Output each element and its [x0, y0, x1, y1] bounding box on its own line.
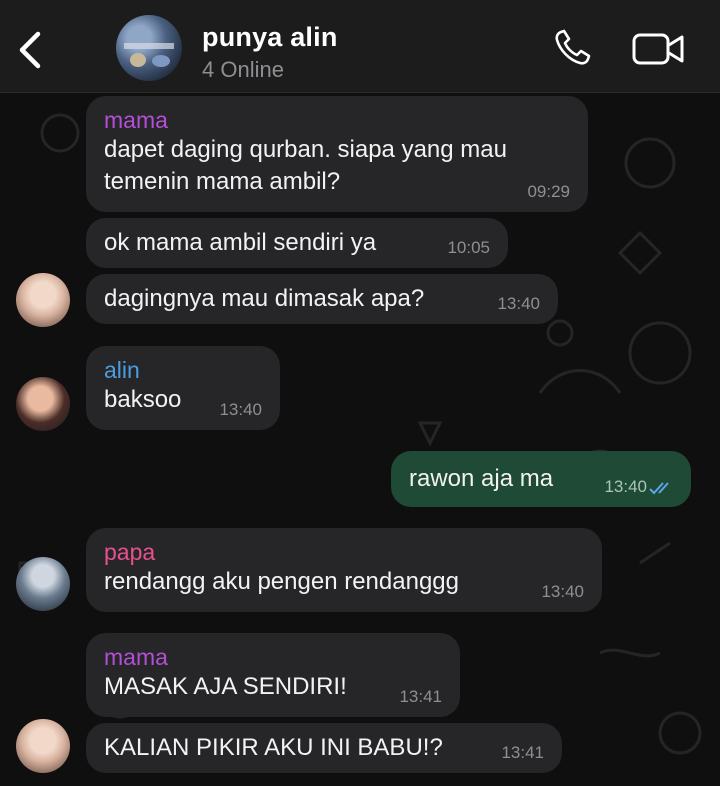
- message-time: 09:29: [527, 182, 570, 201]
- message-time: 13:41: [501, 743, 544, 762]
- message-bubble[interactable]: mama dapet daging qurban. siapa yang mau…: [86, 96, 588, 212]
- sender-name: papa: [104, 539, 156, 565]
- message-bubble[interactable]: dagingnya mau dimasak apa? 13:40: [86, 274, 558, 324]
- message-time: 10:05: [447, 238, 490, 257]
- message-bubble-outgoing[interactable]: rawon aja ma 13:40: [391, 451, 691, 507]
- sender-avatar[interactable]: [16, 273, 70, 327]
- message-text: temenin mama ambil?: [104, 168, 341, 195]
- sender-name: mama: [104, 644, 168, 670]
- message-time: 13:40: [541, 582, 584, 601]
- message-time: 13:41: [399, 687, 442, 706]
- message-bubble[interactable]: papa rendangg aku pengen rendanggg 13:40: [86, 528, 602, 612]
- message-text: dapet daging qurban. siapa yang mau: [104, 136, 507, 163]
- online-status: 4 Online: [202, 57, 284, 82]
- message-text: dagingnya mau dimasak apa?: [104, 285, 425, 312]
- chat-header: punya alin 4 Online: [0, 0, 720, 93]
- message-bubble[interactable]: KALIAN PIKIR AKU INI BABU!? 13:41: [86, 723, 562, 773]
- chat-title[interactable]: punya alin: [202, 22, 338, 53]
- phone-icon[interactable]: [552, 28, 592, 68]
- sender-avatar[interactable]: [16, 557, 70, 611]
- message-time: 13:40: [497, 294, 540, 313]
- chevron-left-icon[interactable]: [14, 30, 46, 70]
- read-ticks-icon: [649, 482, 669, 495]
- message-bubble[interactable]: ok mama ambil sendiri ya 10:05: [86, 218, 508, 268]
- sender-name: mama: [104, 107, 168, 133]
- sender-avatar[interactable]: [16, 719, 70, 773]
- video-camera-icon[interactable]: [632, 32, 684, 66]
- message-time: 13:40: [219, 400, 262, 419]
- message-text: rendangg aku pengen rendanggg: [104, 568, 459, 595]
- message-text: KALIAN PIKIR AKU INI BABU!?: [104, 734, 443, 761]
- message-bubble[interactable]: mama MASAK AJA SENDIRI! 13:41: [86, 633, 460, 717]
- message-time: 13:40: [604, 477, 647, 496]
- sender-name: alin: [104, 357, 140, 383]
- message-text: MASAK AJA SENDIRI!: [104, 673, 347, 700]
- group-avatar[interactable]: [116, 15, 182, 81]
- message-bubble[interactable]: alin baksoo 13:40: [86, 346, 280, 430]
- message-text: ok mama ambil sendiri ya: [104, 229, 377, 256]
- sender-avatar[interactable]: [16, 377, 70, 431]
- message-list[interactable]: mama dapet daging qurban. siapa yang mau…: [0, 93, 720, 786]
